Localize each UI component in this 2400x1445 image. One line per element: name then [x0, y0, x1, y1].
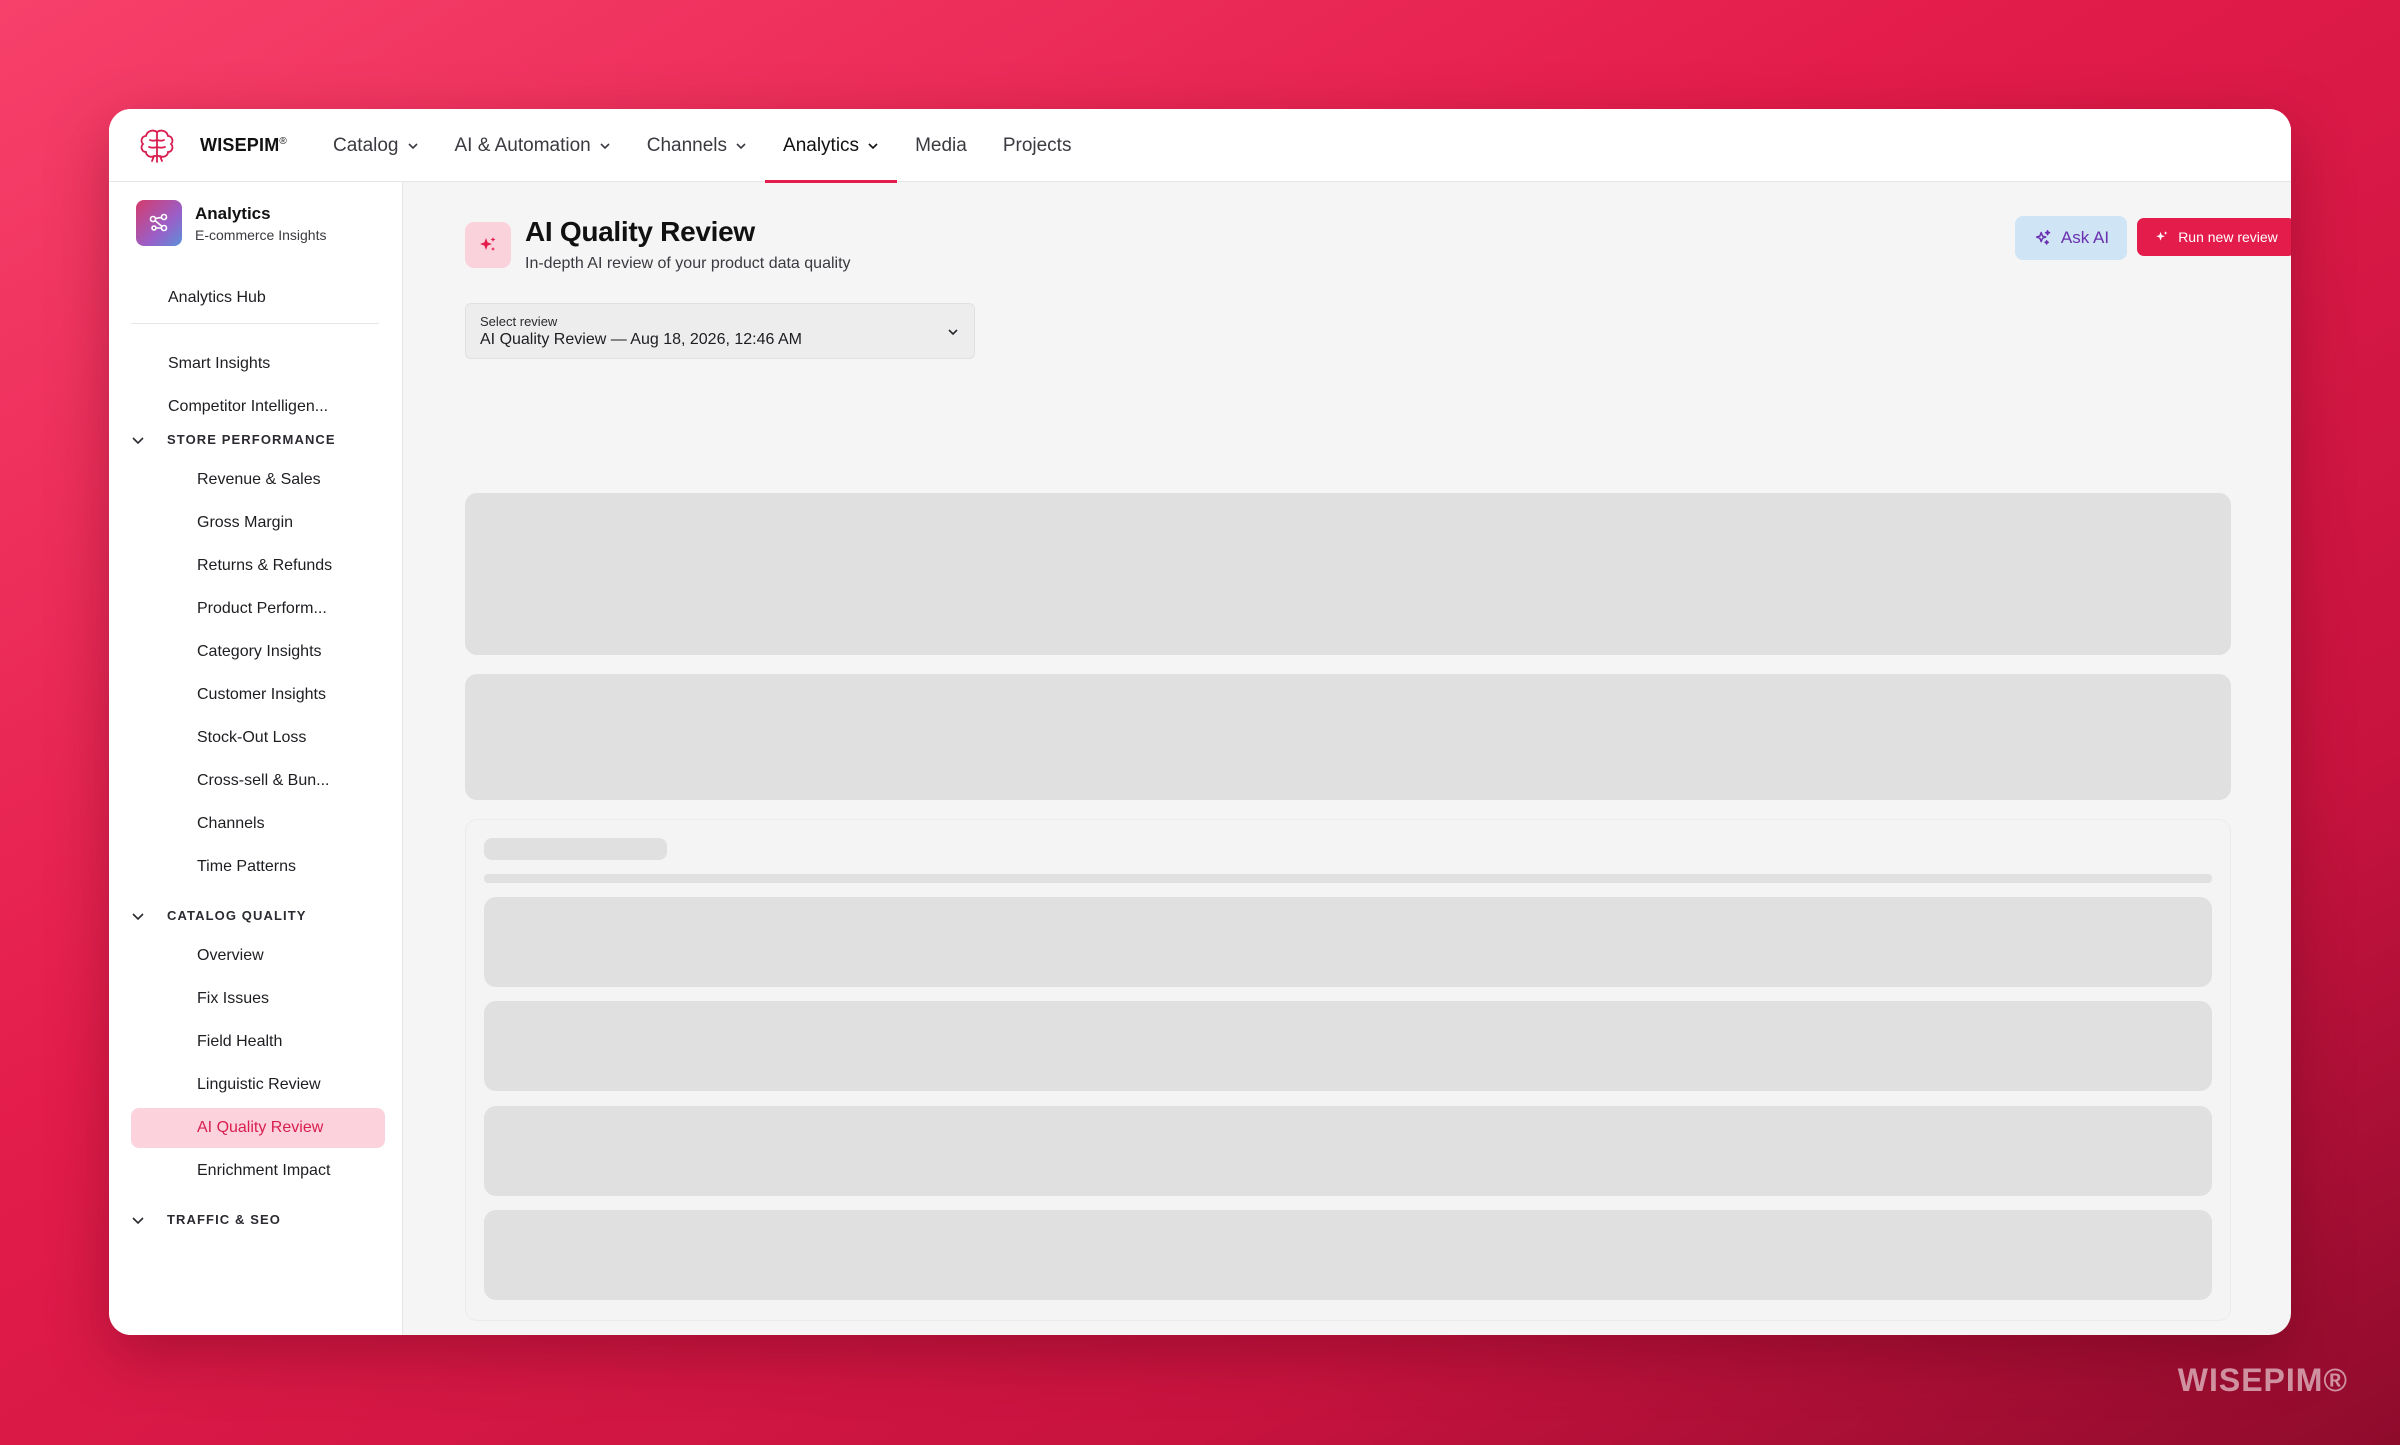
nav-media[interactable]: Media [897, 109, 985, 182]
sidebar-item-customer-insights[interactable]: Customer Insights [131, 675, 385, 715]
app-title: Analytics [195, 203, 271, 223]
sidebar-item-category-insights[interactable]: Category Insights [131, 632, 385, 672]
section-title: TRAFFIC & SEO [167, 1212, 281, 1227]
chevron-down-icon [948, 329, 958, 336]
nav-label: Media [915, 134, 967, 156]
loading-skeleton-card [465, 674, 2231, 800]
skeleton-row [484, 897, 2212, 987]
sidebar-item-returns-refunds[interactable]: Returns & Refunds [131, 546, 385, 586]
skeleton-row [484, 1106, 2212, 1196]
sidebar-item-smart-insights[interactable]: Smart Insights [168, 345, 270, 383]
sidebar-item-competitor-intelligence[interactable]: Competitor Intelligen... [168, 388, 328, 426]
sparkles-icon [2156, 231, 2168, 241]
nav-channels[interactable]: Channels [629, 109, 765, 182]
sidebar-item-cross-sell-bundles[interactable]: Cross-sell & Bun... [131, 761, 385, 801]
run-new-review-button[interactable]: Run new review [2137, 218, 2291, 256]
nav-analytics[interactable]: Analytics [765, 109, 898, 183]
loading-skeleton-card [465, 493, 2231, 655]
chevron-down-icon [132, 912, 144, 920]
section-store-performance[interactable]: STORE PERFORMANCE [131, 432, 336, 447]
loading-skeleton-panel [465, 819, 2231, 1321]
chevron-down-icon [407, 142, 418, 149]
sidebar-item-gross-margin[interactable]: Gross Margin [131, 503, 385, 543]
nav-label: Channels [646, 134, 728, 156]
nav-catalog[interactable]: Catalog [315, 109, 437, 182]
chevron-down-icon [132, 1216, 144, 1224]
brain-logo-icon[interactable] [137, 127, 177, 165]
section-title: STORE PERFORMANCE [167, 432, 336, 447]
section-catalog-quality[interactable]: CATALOG QUALITY [131, 908, 307, 923]
brand-text: WISEPIM [200, 135, 280, 155]
nav-label: Analytics [783, 134, 860, 156]
skeleton-heading [484, 838, 667, 860]
skeleton-divider [484, 874, 2212, 883]
sidebar-item-field-health[interactable]: Field Health [131, 1022, 385, 1062]
nav-projects[interactable]: Projects [985, 109, 1090, 182]
sidebar-item-stock-out-loss[interactable]: Stock-Out Loss [131, 718, 385, 758]
sidebar-item-enrichment-impact[interactable]: Enrichment Impact [131, 1151, 385, 1191]
sidebar-item-ai-quality-review[interactable]: AI Quality Review [131, 1108, 385, 1148]
sidebar-item-channels[interactable]: Channels [131, 804, 385, 844]
app-window: WISEPIM® Catalog AI & Automation Channel… [109, 109, 2291, 1335]
chevron-down-icon [600, 142, 610, 149]
main-content: AI Quality Review In-depth AI review of … [403, 182, 2291, 1335]
chevron-down-icon [132, 436, 144, 444]
ask-ai-button[interactable]: Ask AI [2015, 216, 2127, 260]
analytics-nodes-icon [136, 200, 182, 246]
sidebar-item-linguistic-review[interactable]: Linguistic Review [131, 1065, 385, 1105]
top-navigation-bar: WISEPIM® Catalog AI & Automation Channel… [109, 109, 2291, 183]
ask-ai-label: Ask AI [2060, 228, 2110, 247]
skeleton-row [484, 1210, 2212, 1300]
app-title-block: Analytics E-commerce Insights [195, 204, 326, 243]
sidebar: Analytics E-commerce Insights Analytics … [109, 182, 403, 1335]
section-traffic-seo[interactable]: TRAFFIC & SEO [131, 1212, 281, 1227]
nav-label: AI & Automation [454, 134, 591, 156]
nodes-glyph [149, 213, 168, 232]
sidebar-item-time-patterns[interactable]: Time Patterns [131, 847, 385, 887]
review-select[interactable]: Select review AI Quality Review — Aug 18… [465, 303, 975, 359]
app-header: Analytics E-commerce Insights [136, 200, 326, 246]
nav-label: Projects [1002, 134, 1072, 156]
page-title: AI Quality Review [525, 216, 755, 247]
main-nav: Catalog AI & Automation Channels Analyti… [315, 109, 1090, 183]
nav-ai-automation[interactable]: AI & Automation [437, 109, 629, 182]
chevron-down-icon [868, 142, 878, 149]
sidebar-item-fix-issues[interactable]: Fix Issues [131, 979, 385, 1019]
review-select-label: Select review [480, 314, 558, 329]
section-title: CATALOG QUALITY [167, 908, 307, 923]
sidebar-item-revenue-sales[interactable]: Revenue & Sales [131, 460, 385, 500]
review-select-value: AI Quality Review — Aug 18, 2026, 12:46 … [480, 331, 802, 348]
app-subtitle: E-commerce Insights [195, 226, 327, 243]
sparkles-glyph [480, 237, 496, 251]
sparkles-icon [2035, 230, 2051, 245]
watermark: WISEPIM® [2177, 1362, 2348, 1398]
chevron-down-icon [736, 142, 746, 149]
brand-name[interactable]: WISEPIM® [200, 135, 287, 156]
skeleton-row [484, 1001, 2212, 1091]
sidebar-item-analytics-hub[interactable]: Analytics Hub [168, 279, 266, 317]
sidebar-divider [131, 323, 379, 324]
sidebar-item-product-performance[interactable]: Product Perform... [131, 589, 385, 629]
run-new-review-label: Run new review [2178, 229, 2278, 245]
brand-mark: ® [279, 136, 287, 147]
sparkles-icon [465, 222, 511, 268]
sidebar-item-overview[interactable]: Overview [131, 936, 385, 976]
nav-label: Catalog [333, 134, 399, 156]
page-subtitle: In-depth AI review of your product data … [525, 255, 851, 272]
